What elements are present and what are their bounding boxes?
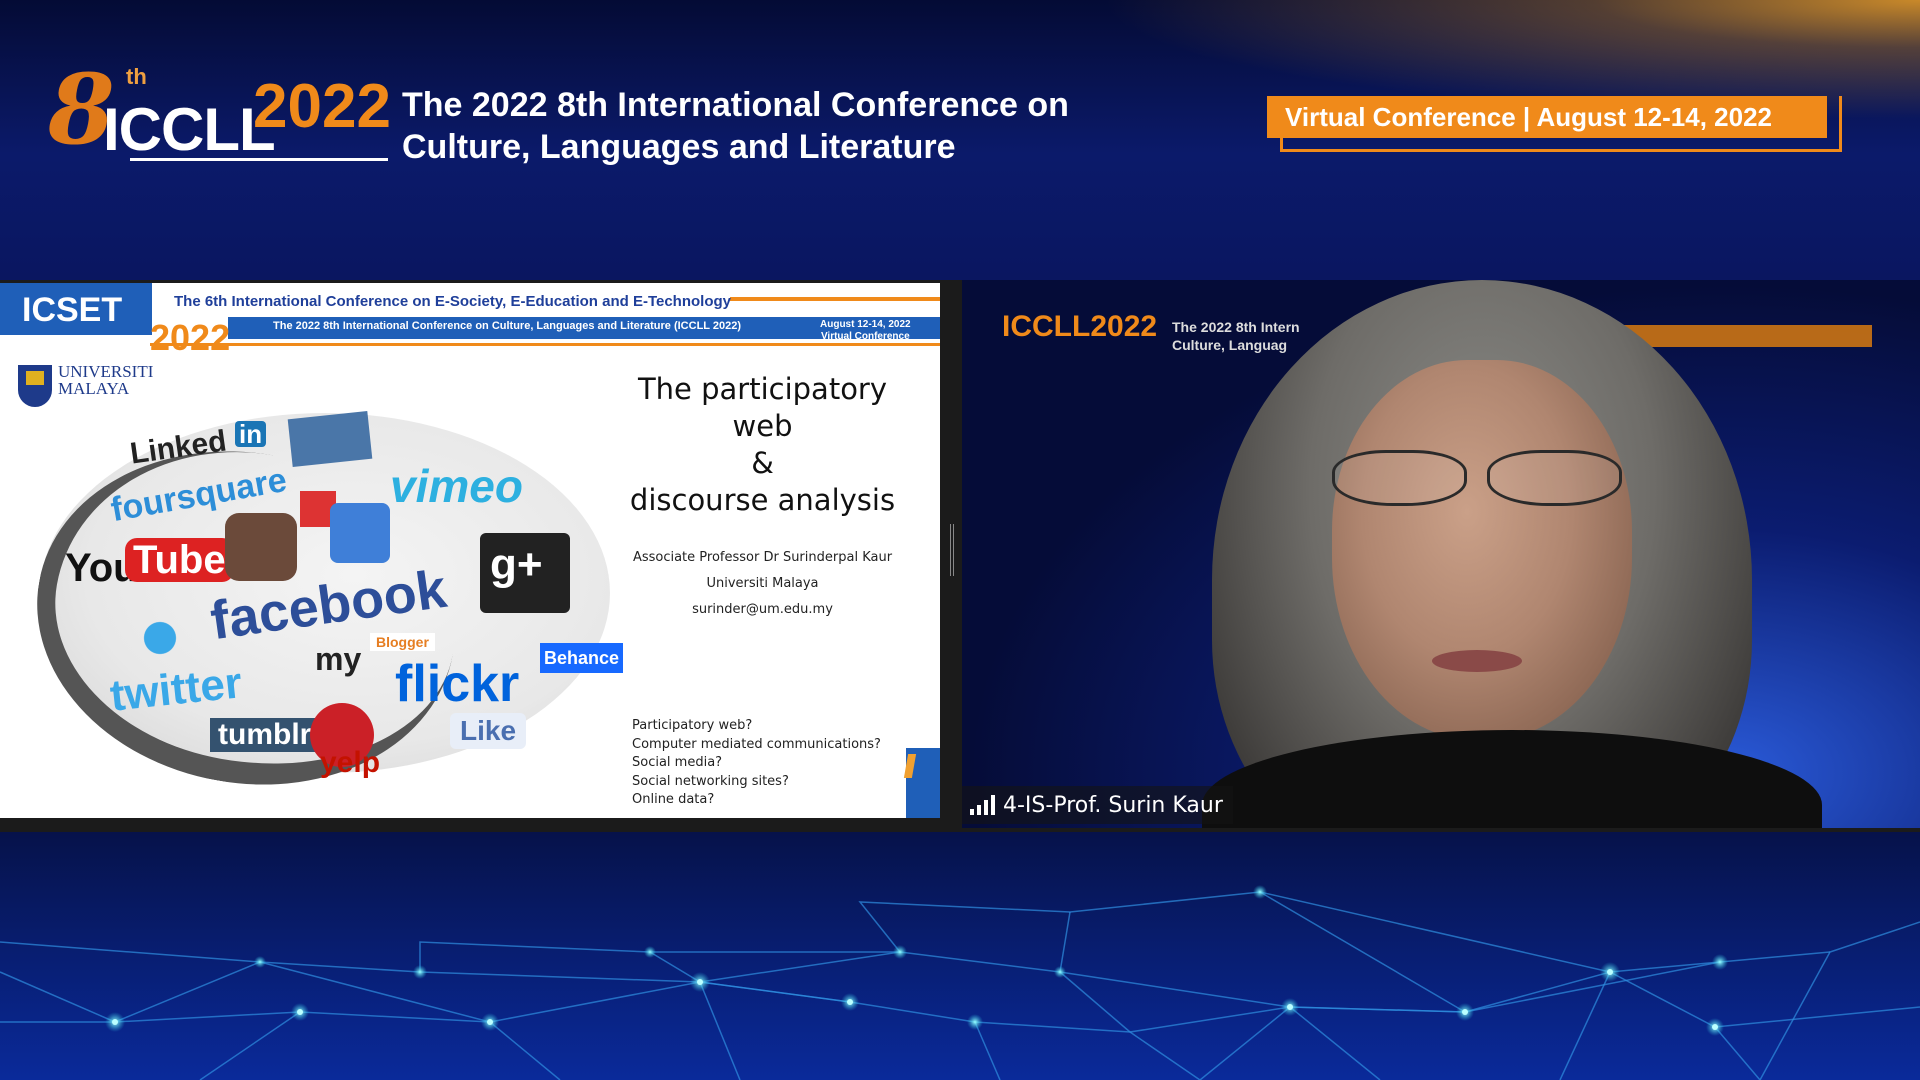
speaker-video-tile[interactable]: ICCLL2022 The 2022 8th Intern Culture, L… <box>962 280 1920 828</box>
participant-name-tag: 4-IS-Prof. Surin Kaur <box>962 786 1233 824</box>
slide-title-line: discourse analysis <box>629 483 896 517</box>
signal-strength-icon <box>970 795 995 815</box>
twitter-bird-icon <box>130 613 190 663</box>
slide-year: 2022 <box>150 317 231 358</box>
vk-icon <box>287 410 373 468</box>
question-item: Social media? <box>632 755 723 770</box>
yelp-logo: yelp <box>320 746 381 779</box>
slide-questions: Participatory web? Computer mediated com… <box>632 717 881 810</box>
slide-conference-subline: The 2022 8th International Conference on… <box>273 320 741 332</box>
logo-underline <box>130 158 388 161</box>
slide-conference-line: The 6th International Conference on E-So… <box>174 293 731 310</box>
tumblr-logo: tumblr. <box>210 718 327 752</box>
icset-box: ICSET <box>0 283 152 335</box>
slide-title-line: web <box>732 409 793 443</box>
speaker-face <box>1332 360 1632 740</box>
question-item: Participatory web? <box>632 718 753 733</box>
glasses-lens-right <box>1487 450 1622 506</box>
university-line-2: MALAYA <box>58 379 130 398</box>
blogger-logo: Blogger <box>370 633 435 651</box>
logo-suffix: th <box>126 64 147 89</box>
slide-rule <box>150 343 940 346</box>
university-name: UNIVERSITI MALAYA <box>58 363 153 397</box>
social-media-collage: Linked in foursquare You Tube vimeo face… <box>10 410 624 817</box>
video-overlay-logo-name: ICCLL <box>1002 310 1091 343</box>
thumbs-up-icon <box>330 503 390 563</box>
question-item: Computer mediated communications? <box>632 736 881 752</box>
video-overlay-logo-year: 2022 <box>1090 310 1158 343</box>
slide-header: ICSET The 6th International Conference o… <box>0 283 940 358</box>
network-background <box>0 832 1920 1080</box>
slide-date-text: August 12-14, 2022 <box>820 319 911 330</box>
googleplus-icon: g+ <box>480 533 570 613</box>
shared-slide: ICSET The 6th International Conference o… <box>0 283 940 818</box>
iccll-logo: 8 th ICCLL 2022 <box>48 62 391 163</box>
flickr-logo: flickr <box>395 655 520 713</box>
university-logo: UNIVERSITI MALAYA <box>18 363 168 411</box>
crest-icon <box>18 365 52 407</box>
participant-name: 4-IS-Prof. Surin Kaur <box>1003 792 1223 818</box>
split-view-divider[interactable] <box>950 524 954 576</box>
speaker-glasses <box>1312 450 1642 510</box>
slide-author-block: Associate Professor Dr Surinderpal Kaur … <box>600 545 925 623</box>
university-line-1: UNIVERSITI <box>58 362 154 381</box>
speaker-figure <box>1202 280 1822 828</box>
author-affiliation: Universiti Malaya <box>706 576 819 591</box>
slide-title-line: The participatory <box>637 372 888 406</box>
myspace-logo: my <box>315 641 362 677</box>
video-overlay-logo: ICCLL2022 <box>1002 310 1157 344</box>
slide-acronym: ICSET <box>22 291 123 329</box>
slide-rule-top <box>730 297 940 301</box>
like-button-logo: Like <box>450 713 527 749</box>
question-item: Social networking sites? <box>632 773 789 789</box>
behance-logo: Behance <box>540 643 624 673</box>
slide-date: August 12-14, 2022 Virtual Conference <box>820 319 911 343</box>
slide-title: The participatory web & discourse analys… <box>610 371 915 519</box>
logo-name: ICCLL <box>103 96 276 163</box>
logo-year: 2022 <box>253 72 391 141</box>
slide-date-sub: Virtual Conference <box>820 331 910 342</box>
question-item: Online data? <box>632 792 715 807</box>
conference-title: The 2022 8th International Conference on… <box>402 86 1069 166</box>
linkedin-in-logo: in <box>235 421 267 447</box>
vimeo-logo: vimeo <box>390 460 523 512</box>
instagram-icon <box>225 513 297 581</box>
author-name: Associate Professor Dr Surinderpal Kaur <box>632 550 893 565</box>
author-email: surinder@um.edu.my <box>692 602 833 617</box>
youtube-tube-logo: Tube <box>125 538 234 582</box>
glasses-lens-left <box>1332 450 1467 506</box>
conference-banner: 8 th ICCLL 2022 The 2022 8th Internation… <box>0 0 1920 280</box>
date-badge: Virtual Conference | August 12-14, 2022 <box>1267 96 1827 138</box>
slide-title-line: & <box>751 446 774 480</box>
speaker-mouth <box>1432 650 1522 672</box>
